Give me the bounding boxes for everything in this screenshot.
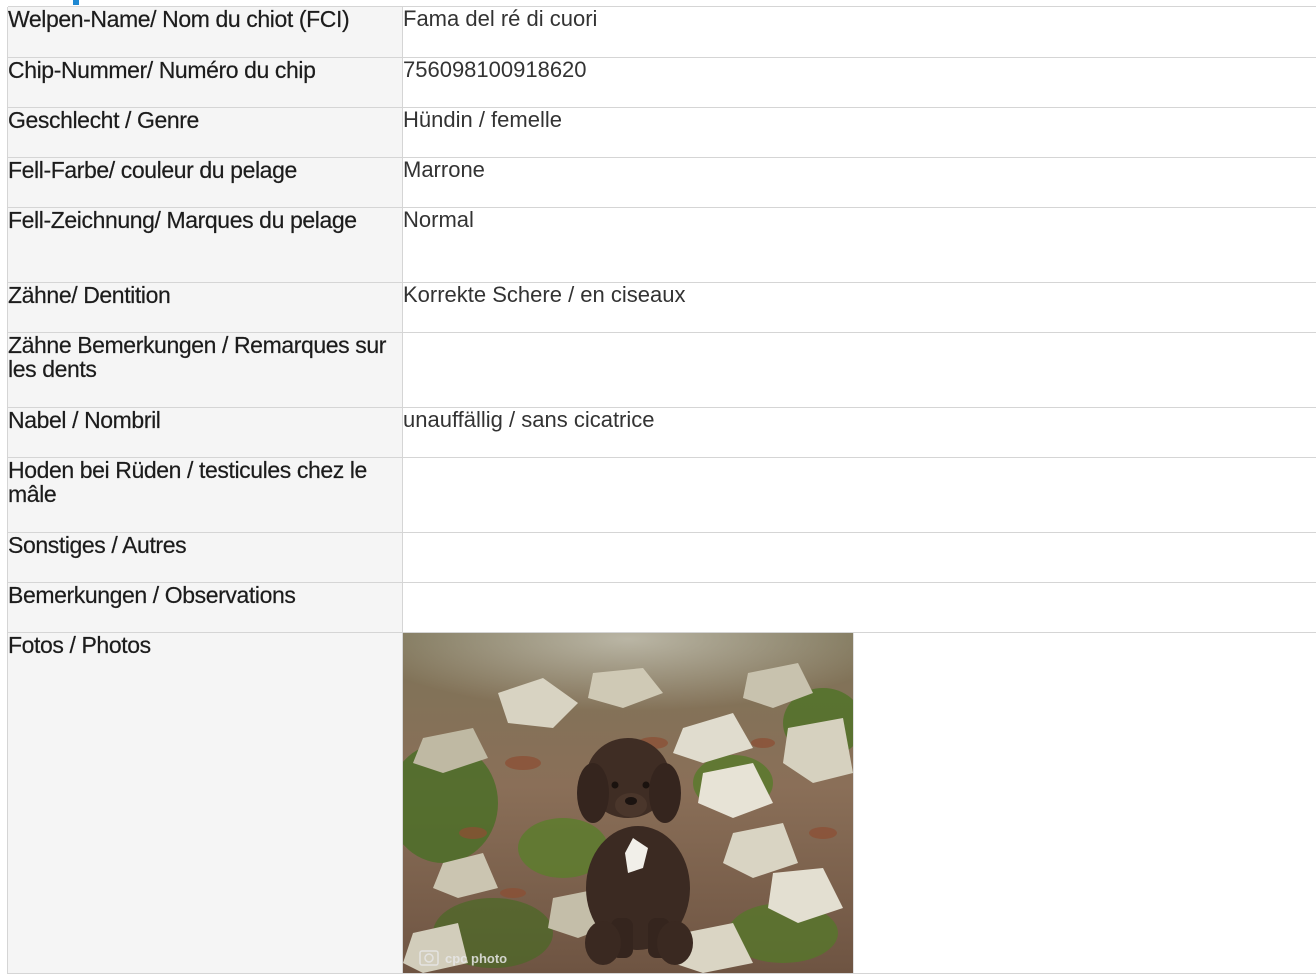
puppy-photo[interactable]: cpc photo	[403, 632, 854, 973]
field-value: Marrone	[402, 157, 1316, 208]
photo-cell: cpc photo	[402, 632, 1316, 974]
field-label: Nabel / Nombril	[7, 407, 403, 458]
field-label: Zähne Bemerkungen / Remarques sur les de…	[7, 332, 403, 408]
photo-watermark: cpc photo	[445, 951, 507, 966]
field-label: Fell-Zeichnung/ Marques du pelage	[7, 207, 403, 283]
table-row-sex: Geschlecht / Genre Hündin / femelle	[7, 107, 1316, 158]
field-label: Sonstiges / Autres	[7, 532, 403, 583]
field-value: 756098100918620	[402, 57, 1316, 108]
field-label: Hoden bei Rüden / testicules chez le mâl…	[7, 457, 403, 533]
field-label: Chip-Nummer/ Numéro du chip	[7, 57, 403, 108]
field-value: Normal	[402, 207, 1316, 283]
table-row-coat-color: Fell-Farbe/ couleur du pelage Marrone	[7, 157, 1316, 208]
table-row-observations: Bemerkungen / Observations	[7, 582, 1316, 633]
table-row-dentition: Zähne/ Dentition Korrekte Schere / en ci…	[7, 282, 1316, 333]
field-value: Korrekte Schere / en ciseaux	[402, 282, 1316, 333]
field-value: Fama del ré di cuori	[402, 7, 1316, 58]
table-row-other: Sonstiges / Autres	[7, 532, 1316, 583]
table-row-puppy-name: Welpen-Name/ Nom du chiot (FCI) Fama del…	[7, 7, 1316, 58]
field-value	[402, 457, 1316, 533]
field-label: Geschlecht / Genre	[7, 107, 403, 158]
field-value	[402, 332, 1316, 408]
table-row-chip-number: Chip-Nummer/ Numéro du chip 756098100918…	[7, 57, 1316, 108]
field-label: Fotos / Photos	[7, 632, 403, 974]
header-accent-bar	[73, 0, 79, 5]
field-value: unauffällig / sans cicatrice	[402, 407, 1316, 458]
field-label: Bemerkungen / Observations	[7, 582, 403, 633]
table-row-teeth-remarks: Zähne Bemerkungen / Remarques sur les de…	[7, 332, 1316, 408]
table-row-photos: Fotos / Photos cpc photo	[7, 632, 1316, 974]
field-label: Welpen-Name/ Nom du chiot (FCI)	[7, 7, 403, 58]
field-value: Hündin / femelle	[402, 107, 1316, 158]
field-label: Zähne/ Dentition	[7, 282, 403, 333]
field-value	[402, 582, 1316, 633]
table-row-coat-markings: Fell-Zeichnung/ Marques du pelage Normal	[7, 207, 1316, 283]
field-value	[402, 532, 1316, 583]
puppy-details-table: Welpen-Name/ Nom du chiot (FCI) Fama del…	[7, 7, 1316, 974]
table-row-testicles: Hoden bei Rüden / testicules chez le mâl…	[7, 457, 1316, 533]
field-label: Fell-Farbe/ couleur du pelage	[7, 157, 403, 208]
table-row-navel: Nabel / Nombril unauffällig / sans cicat…	[7, 407, 1316, 458]
